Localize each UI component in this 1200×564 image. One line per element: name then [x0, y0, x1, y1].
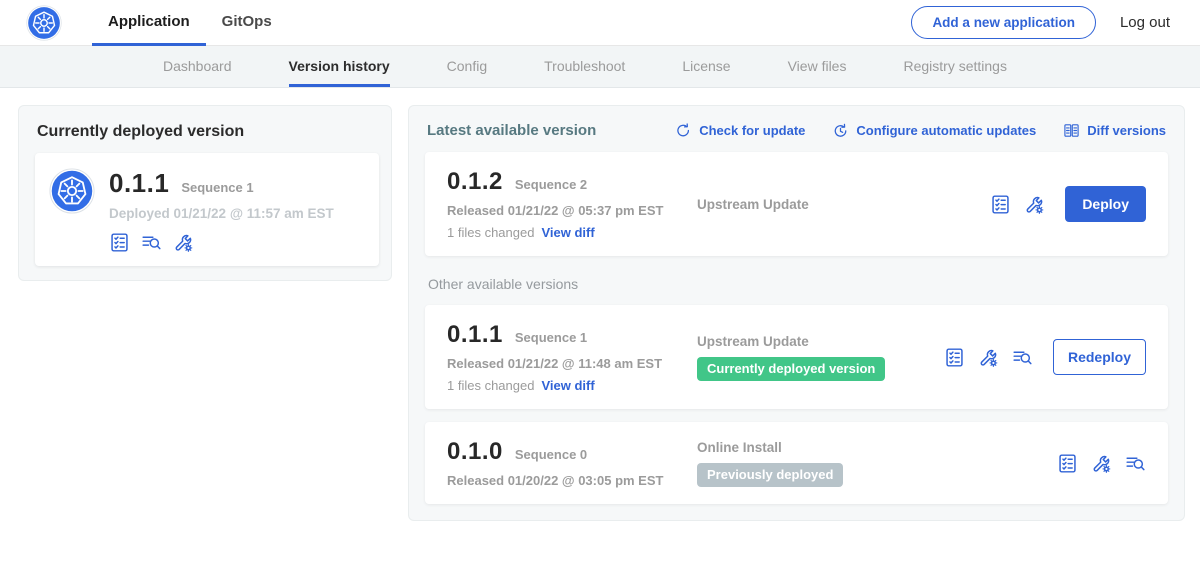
deploy-logs-icon[interactable] — [1012, 347, 1033, 368]
preflight-checks-icon[interactable] — [944, 347, 965, 368]
version-source-label: Upstream Update — [697, 197, 990, 212]
version-row-0-1-0: 0.1.0 Sequence 0 Released 01/20/22 @ 03:… — [425, 422, 1168, 504]
tab-application[interactable]: Application — [92, 0, 206, 46]
top-header: Application GitOps Add a new application… — [0, 0, 1200, 46]
tab-gitops[interactable]: GitOps — [206, 0, 288, 46]
preflight-checks-icon[interactable] — [1057, 453, 1078, 474]
currently-deployed-badge: Currently deployed version — [697, 357, 885, 381]
latest-available-title: Latest available version — [427, 122, 648, 139]
released-timestamp: Released 01/20/22 @ 03:05 pm EST — [447, 473, 697, 488]
deploy-logs-icon[interactable] — [1125, 453, 1146, 474]
check-for-update-link[interactable]: Check for update — [675, 122, 805, 139]
diff-icon — [1063, 122, 1080, 139]
tab-view-files[interactable]: View files — [788, 46, 847, 87]
tab-troubleshoot[interactable]: Troubleshoot — [544, 46, 625, 87]
sequence-label: Sequence 2 — [515, 177, 587, 192]
redeploy-button[interactable]: Redeploy — [1053, 339, 1146, 375]
config-wrench-icon[interactable] — [978, 347, 999, 368]
files-changed-label: 1 files changed — [447, 225, 534, 240]
refresh-icon — [675, 122, 692, 139]
deployed-sequence-label: Sequence 1 — [181, 180, 253, 195]
config-wrench-icon[interactable] — [1024, 194, 1045, 215]
deployed-version-card: 0.1.1 Sequence 1 Deployed 01/21/22 @ 11:… — [35, 153, 379, 266]
files-changed-label: 1 files changed — [447, 378, 534, 393]
diff-versions-link[interactable]: Diff versions — [1063, 122, 1166, 139]
previously-deployed-badge: Previously deployed — [697, 463, 843, 487]
currently-deployed-title: Currently deployed version — [37, 123, 379, 141]
version-number: 0.1.0 — [447, 438, 503, 466]
version-source-label: Upstream Update — [697, 334, 944, 349]
view-diff-link[interactable]: View diff — [541, 225, 594, 240]
deployed-version-number: 0.1.1 — [109, 168, 169, 199]
schedule-icon — [832, 122, 849, 139]
preflight-checks-icon[interactable] — [109, 232, 130, 253]
tab-registry-settings[interactable]: Registry settings — [903, 46, 1006, 87]
diff-versions-label: Diff versions — [1087, 123, 1166, 138]
tab-license[interactable]: License — [682, 46, 730, 87]
sequence-label: Sequence 1 — [515, 330, 587, 345]
config-wrench-icon[interactable] — [1091, 453, 1112, 474]
version-row-0-1-1: 0.1.1 Sequence 1 Released 01/21/22 @ 11:… — [425, 305, 1168, 409]
version-number: 0.1.1 — [447, 321, 503, 349]
logout-button[interactable]: Log out — [1120, 14, 1170, 31]
configure-automatic-updates-label: Configure automatic updates — [856, 123, 1036, 138]
section-nav: Dashboard Version history Config Trouble… — [0, 46, 1200, 88]
preflight-checks-icon[interactable] — [990, 194, 1011, 215]
view-diff-link[interactable]: View diff — [541, 378, 594, 393]
configure-automatic-updates-link[interactable]: Configure automatic updates — [832, 122, 1036, 139]
config-wrench-icon[interactable] — [173, 232, 194, 253]
version-number: 0.1.2 — [447, 168, 503, 196]
kubernetes-logo-icon — [26, 5, 62, 41]
version-source-label: Online Install — [697, 440, 1057, 455]
deploy-button[interactable]: Deploy — [1065, 186, 1146, 222]
tab-dashboard[interactable]: Dashboard — [163, 46, 232, 87]
tab-config[interactable]: Config — [447, 46, 487, 87]
released-timestamp: Released 01/21/22 @ 11:48 am EST — [447, 356, 697, 371]
check-for-update-label: Check for update — [699, 123, 805, 138]
app-tabs: Application GitOps — [92, 0, 288, 46]
add-new-application-button[interactable]: Add a new application — [911, 6, 1096, 39]
currently-deployed-card: Currently deployed version 0.1.1 Sequenc… — [18, 105, 392, 281]
app-logo-icon — [49, 168, 95, 214]
deployed-timestamp: Deployed 01/21/22 @ 11:57 am EST — [109, 206, 334, 221]
sequence-label: Sequence 0 — [515, 447, 587, 462]
other-available-versions-title: Other available versions — [428, 276, 1168, 292]
deploy-logs-icon[interactable] — [141, 232, 162, 253]
available-versions-panel: Latest available version Check for updat… — [408, 105, 1185, 521]
version-row-0-1-2: 0.1.2 Sequence 2 Released 01/21/22 @ 05:… — [425, 152, 1168, 256]
released-timestamp: Released 01/21/22 @ 05:37 pm EST — [447, 203, 697, 218]
tab-version-history[interactable]: Version history — [289, 46, 390, 87]
